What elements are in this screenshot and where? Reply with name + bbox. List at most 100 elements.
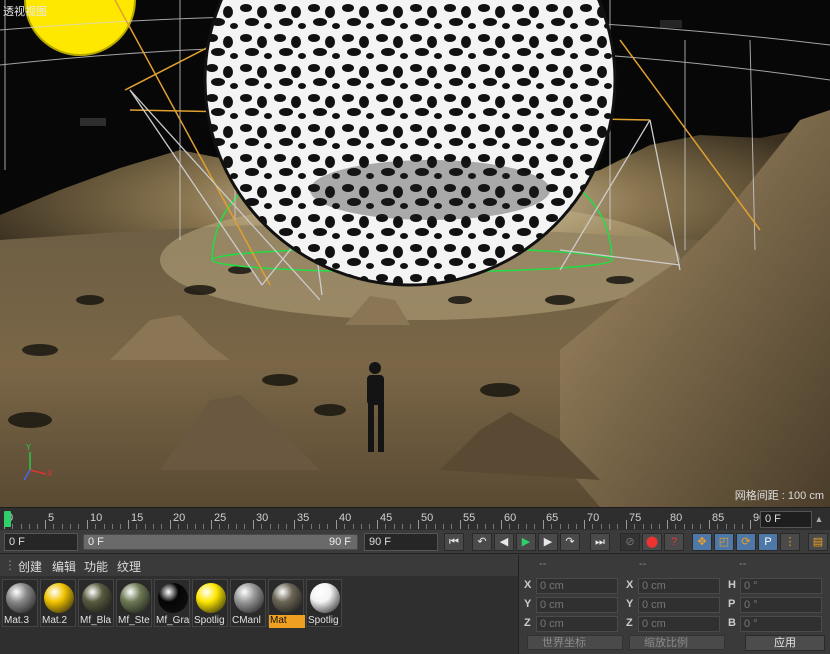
apply-button[interactable]: 应用 bbox=[745, 635, 825, 651]
grid-spacing-label: 网格间距 : 100 cm bbox=[734, 490, 824, 502]
menu-handle-icon[interactable]: ⋮ bbox=[4, 558, 16, 572]
ruler-tick-label: 60 bbox=[504, 512, 517, 524]
material-swatch[interactable]: Mat.3 bbox=[2, 579, 38, 627]
ruler-minor-tick bbox=[228, 524, 229, 529]
ruler-minor-tick bbox=[617, 524, 618, 529]
current-frame-field[interactable]: 0 F bbox=[760, 511, 812, 528]
previous-key-button[interactable]: ↶ bbox=[472, 533, 492, 551]
material-swatch[interactable]: Mat.2 bbox=[40, 579, 76, 627]
ruler-major-tick bbox=[667, 520, 668, 529]
frame-stepper-icon[interactable]: ▲ bbox=[812, 511, 826, 528]
material-swatch[interactable]: Spotlig bbox=[306, 579, 342, 627]
position-x-field[interactable]: 0 cm bbox=[536, 578, 618, 594]
go-to-start-button[interactable]: ⏮ bbox=[444, 533, 464, 551]
menu-function[interactable]: 功能 bbox=[84, 558, 108, 575]
world-coords-dropdown[interactable]: 世界坐标 bbox=[527, 635, 623, 650]
frame-ruler[interactable]: 051015202530354045505560657075808590 bbox=[4, 508, 765, 531]
ruler-tick-label: 55 bbox=[463, 512, 476, 524]
size-x-field[interactable]: 0 cm bbox=[638, 578, 720, 594]
ruler-major-tick bbox=[45, 520, 46, 529]
material-preview-icon bbox=[310, 583, 340, 613]
parameter-key-icon[interactable]: P bbox=[758, 533, 778, 551]
svg-text:Y: Y bbox=[25, 443, 31, 452]
perspective-viewport[interactable]: Y X 透视视图 网格间距 : 100 cm bbox=[0, 0, 830, 507]
preview-range-slider[interactable]: 0 F 90 F bbox=[83, 534, 358, 550]
scale-ratio-dropdown[interactable]: 缩放比例 bbox=[629, 635, 725, 650]
ruler-major-tick bbox=[418, 520, 419, 529]
keyframe-selection-button[interactable]: ? bbox=[664, 533, 684, 551]
rotation-b-field[interactable]: 0 ° bbox=[740, 616, 822, 632]
material-name: Mat.2 bbox=[42, 615, 68, 626]
ruler-minor-tick bbox=[385, 524, 386, 529]
ruler-minor-tick bbox=[700, 524, 701, 529]
autokey-button[interactable]: ⬤ bbox=[642, 533, 662, 551]
position-key-icon[interactable]: ✥ bbox=[692, 533, 712, 551]
ruler-tick-label: 20 bbox=[173, 512, 186, 524]
ruler-minor-tick bbox=[361, 524, 362, 529]
rotation-key-icon[interactable]: ⟳ bbox=[736, 533, 756, 551]
timeline-menu-icon[interactable]: ▤ bbox=[808, 533, 828, 551]
ruler-minor-tick bbox=[219, 524, 220, 529]
rotation-label-p: P bbox=[728, 598, 736, 610]
ruler-minor-tick bbox=[319, 524, 320, 529]
ruler-minor-tick bbox=[734, 524, 735, 529]
ruler-minor-tick bbox=[560, 524, 561, 529]
ruler-minor-tick bbox=[659, 524, 660, 529]
play-button[interactable]: ▶ bbox=[516, 533, 536, 551]
ruler-minor-tick bbox=[270, 524, 271, 529]
playhead-marker[interactable] bbox=[4, 511, 11, 527]
ruler-minor-tick bbox=[145, 524, 146, 529]
previous-frame-button[interactable]: ◀ bbox=[494, 533, 514, 551]
next-key-button[interactable]: ↷ bbox=[560, 533, 580, 551]
ruler-minor-tick bbox=[195, 524, 196, 529]
record-keys-button[interactable]: ⊘ bbox=[620, 533, 640, 551]
ruler-tick-label: 30 bbox=[256, 512, 269, 524]
ruler-minor-tick bbox=[12, 524, 13, 529]
material-swatch[interactable]: Mf_Gra bbox=[154, 579, 190, 627]
position-y-field[interactable]: 0 cm bbox=[536, 597, 618, 613]
timeline-ruler[interactable]: 051015202530354045505560657075808590 0 F… bbox=[0, 507, 830, 530]
ruler-minor-tick bbox=[551, 524, 552, 529]
start-frame-field[interactable]: 0 F bbox=[4, 533, 78, 551]
viewport-title[interactable]: 透视视图 bbox=[3, 3, 47, 19]
size-z-field[interactable]: 0 cm bbox=[638, 616, 720, 632]
size-label-y: Y bbox=[626, 598, 634, 610]
rotation-p-field[interactable]: 0 ° bbox=[740, 597, 822, 613]
ruler-minor-tick bbox=[236, 524, 237, 529]
ruler-minor-tick bbox=[70, 524, 71, 529]
end-frame-field[interactable]: 90 F bbox=[364, 533, 438, 551]
material-swatch[interactable]: CManl bbox=[230, 579, 266, 627]
range-end-label: 90 F bbox=[328, 536, 351, 548]
ruler-minor-tick bbox=[95, 524, 96, 529]
material-name: Mat.3 bbox=[4, 615, 30, 626]
ruler-major-tick bbox=[750, 520, 751, 529]
cinema4d-window: Y X 透视视图 网格间距 : 100 cm 05101520253035404… bbox=[0, 0, 830, 654]
next-frame-button[interactable]: ▶ bbox=[538, 533, 558, 551]
go-to-end-button[interactable]: ⏭ bbox=[590, 533, 610, 551]
menu-create[interactable]: 创建 bbox=[18, 558, 42, 575]
material-swatch[interactable]: Mf_Ste bbox=[116, 579, 152, 627]
material-name: Spotlig bbox=[194, 615, 225, 626]
ruler-minor-tick bbox=[717, 524, 718, 529]
material-swatch[interactable]: Mat bbox=[268, 579, 305, 628]
ruler-minor-tick bbox=[534, 524, 535, 529]
ruler-tick-label: 45 bbox=[380, 512, 393, 524]
size-header: -- bbox=[639, 558, 647, 570]
coordinates-manager: -- -- -- X 0 cm X 0 cm H 0 ° Y 0 cm Y 0 … bbox=[518, 555, 830, 654]
rotation-h-field[interactable]: 0 ° bbox=[740, 578, 822, 594]
menu-edit[interactable]: 编辑 bbox=[52, 558, 76, 575]
point-level-key-icon[interactable]: ⋮ bbox=[780, 533, 800, 551]
ruler-major-tick bbox=[170, 520, 171, 529]
position-z-field[interactable]: 0 cm bbox=[536, 616, 618, 632]
scale-key-icon[interactable]: ◰ bbox=[714, 533, 734, 551]
coord-label-y: Y bbox=[524, 598, 532, 610]
ruler-tick-label: 5 bbox=[48, 512, 55, 524]
ruler-minor-tick bbox=[651, 524, 652, 529]
material-swatch[interactable]: Mf_Bla bbox=[78, 579, 114, 627]
ruler-major-tick bbox=[543, 520, 544, 529]
ruler-minor-tick bbox=[601, 524, 602, 529]
material-swatch[interactable]: Spotlig bbox=[192, 579, 228, 627]
size-y-field[interactable]: 0 cm bbox=[638, 597, 720, 613]
menu-texture[interactable]: 纹理 bbox=[117, 558, 141, 575]
material-preview-icon bbox=[6, 583, 36, 613]
